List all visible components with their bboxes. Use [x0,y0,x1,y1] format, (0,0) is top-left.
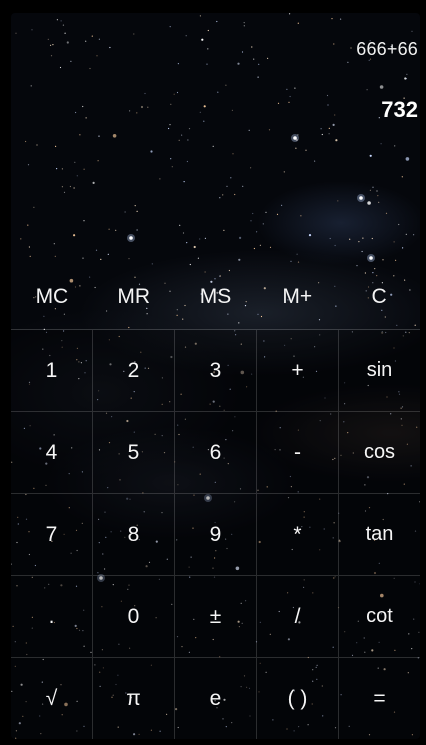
memory-row: MC MR MS M+ C [11,269,420,325]
cot-button[interactable]: cot [339,576,420,658]
result-display: 732 [381,97,418,122]
memory-store-button[interactable]: MS [175,269,257,325]
square-root-button[interactable]: √ [11,658,93,739]
memory-add-button[interactable]: M+ [256,269,338,325]
decimal-point-button[interactable]: . [11,576,93,658]
equals-button[interactable]: = [339,658,420,739]
device-frame: 666+66 732 MC MR MS M+ C 1 2 3 + sin 4 5… [0,0,426,745]
minus-button[interactable]: - [257,412,339,494]
memory-clear-button[interactable]: MC [11,269,93,325]
expression-display: 666+66 [356,39,418,59]
digit-7-button[interactable]: 7 [11,494,93,576]
plus-minus-button[interactable]: ± [175,576,257,658]
digit-6-button[interactable]: 6 [175,412,257,494]
sin-button[interactable]: sin [339,330,420,412]
digit-4-button[interactable]: 4 [11,412,93,494]
digit-8-button[interactable]: 8 [93,494,175,576]
digit-2-button[interactable]: 2 [93,330,175,412]
digit-3-button[interactable]: 3 [175,330,257,412]
keypad: 1 2 3 + sin 4 5 6 - cos 7 8 9 * tan . 0 … [11,329,420,739]
pi-button[interactable]: π [93,658,175,739]
tan-button[interactable]: tan [339,494,420,576]
memory-recall-button[interactable]: MR [93,269,175,325]
divide-button[interactable]: / [257,576,339,658]
display-area: 666+66 732 [11,13,420,263]
plus-button[interactable]: + [257,330,339,412]
cos-button[interactable]: cos [339,412,420,494]
digit-5-button[interactable]: 5 [93,412,175,494]
clear-button[interactable]: C [338,269,420,325]
digit-1-button[interactable]: 1 [11,330,93,412]
euler-e-button[interactable]: e [175,658,257,739]
digit-0-button[interactable]: 0 [93,576,175,658]
parentheses-button[interactable]: ( ) [257,658,339,739]
digit-9-button[interactable]: 9 [175,494,257,576]
calculator-screen: 666+66 732 MC MR MS M+ C 1 2 3 + sin 4 5… [11,13,420,739]
multiply-button[interactable]: * [257,494,339,576]
